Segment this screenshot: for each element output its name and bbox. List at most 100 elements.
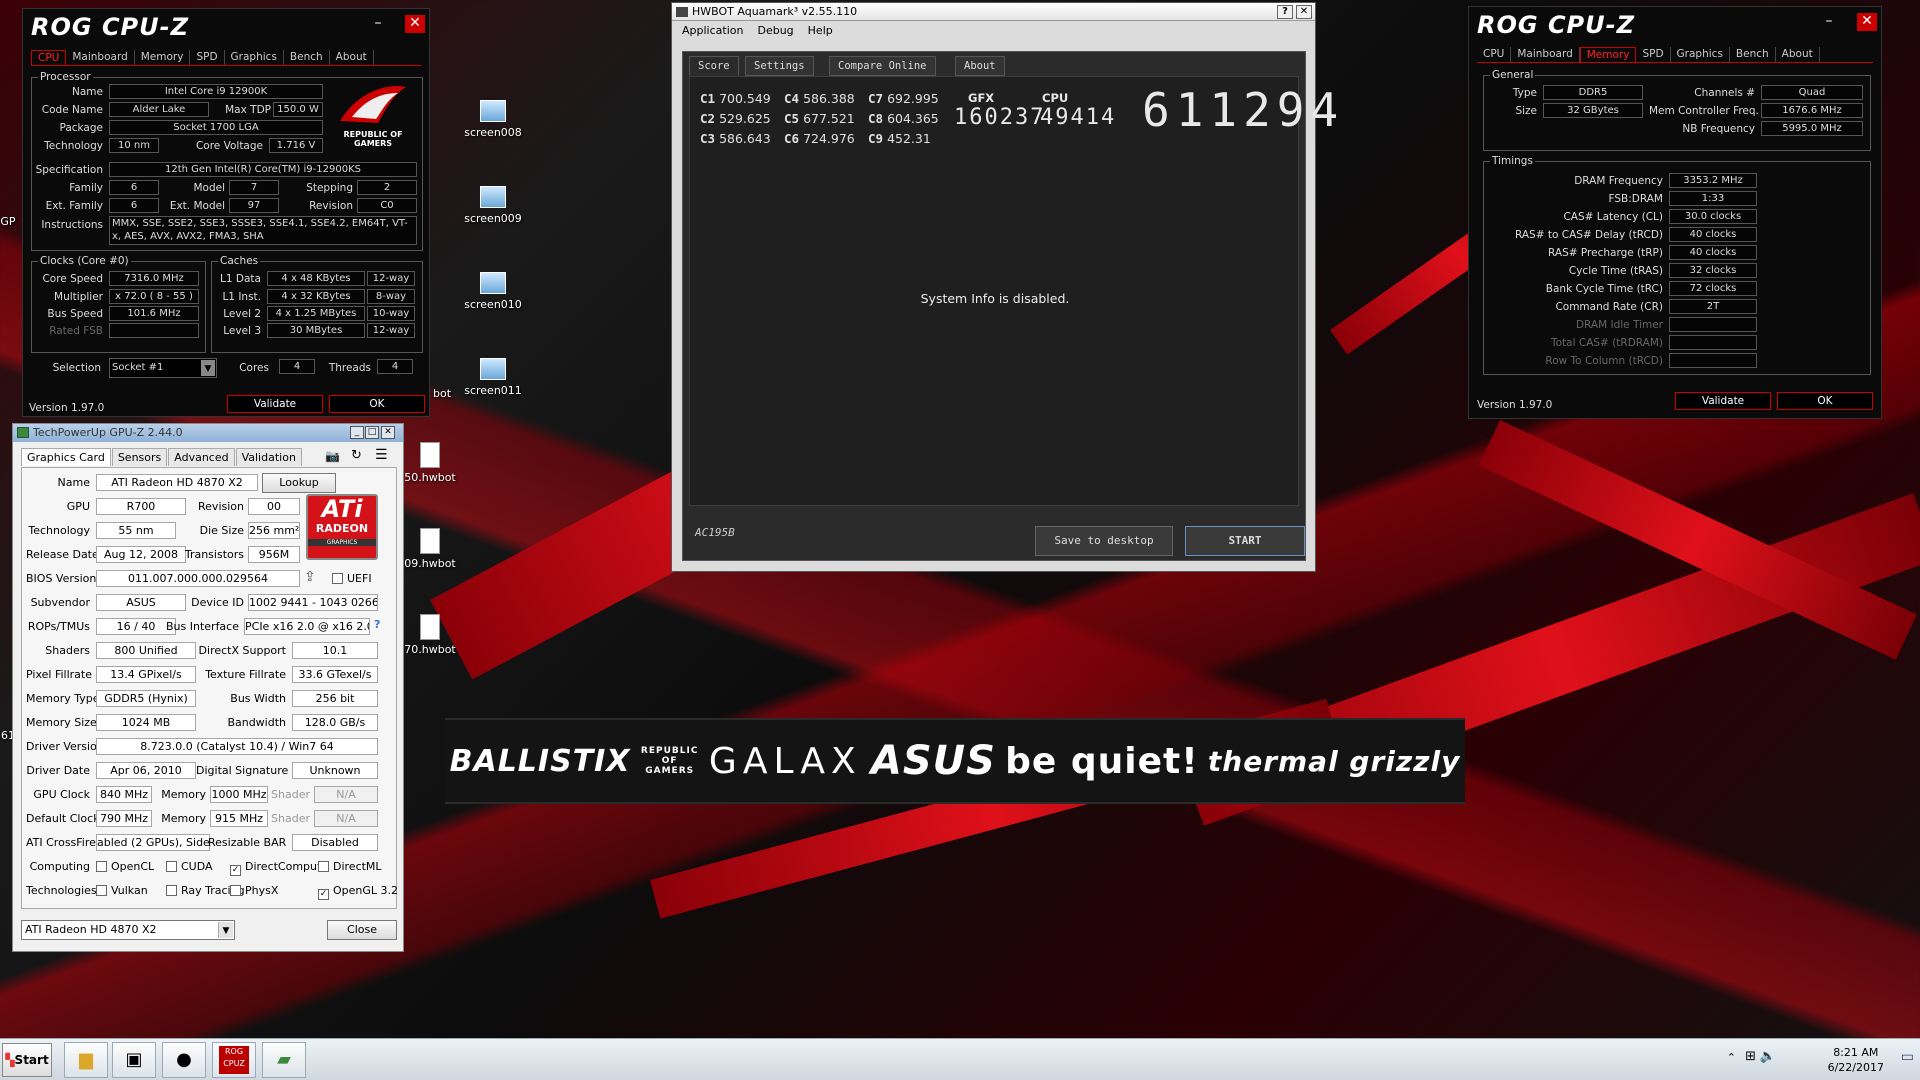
tab-validation[interactable]: Validation (235, 448, 302, 466)
name-label: Name (57, 476, 90, 489)
gfx-score: 160237 (954, 105, 1046, 130)
tab-bench[interactable]: Bench (1730, 47, 1776, 62)
cuda-checkbox[interactable]: CUDA (166, 860, 213, 873)
specification-value: 12th Gen Intel(R) Core(TM) i9-12900KS (109, 162, 417, 177)
help-icon[interactable]: ? (374, 618, 380, 631)
tab-cpu[interactable]: CPU (1477, 47, 1512, 62)
tab-settings[interactable]: Settings (745, 56, 814, 76)
opencl-checkbox[interactable]: OpenCL (96, 860, 154, 873)
galax-logo: GALAX (708, 740, 862, 782)
tab-mainboard[interactable]: Mainboard (66, 50, 135, 65)
l1data-way: 12-way (367, 271, 415, 286)
revision-label: Revision (309, 200, 353, 212)
crossfire-value: abled (2 GPUs), Sideport (96, 834, 210, 851)
socket-select[interactable]: Socket #1 ▼ (109, 358, 217, 378)
tab-memory[interactable]: Memory (135, 50, 191, 65)
close-button[interactable]: ✕ (405, 15, 425, 33)
tab-spd[interactable]: SPD (1636, 47, 1671, 62)
menu-debug[interactable]: Debug (757, 24, 793, 37)
score-c7: C7 692.995 (868, 91, 939, 106)
vulkan-checkbox[interactable]: Vulkan (96, 884, 148, 897)
physx-checkbox[interactable]: PhysX (230, 884, 278, 897)
ati-radeon-logo: ATi RADEON GRAPHICS (306, 494, 378, 560)
ok-button[interactable]: OK (329, 395, 425, 413)
show-hidden-icons-icon[interactable]: ⌃ (1727, 1051, 1736, 1064)
menu-application[interactable]: Application (682, 24, 743, 37)
network-icon[interactable]: ⊞ (1745, 1049, 1756, 1064)
start-button[interactable]: ▚Start (2, 1043, 52, 1077)
menu-icon[interactable]: ☰ (375, 447, 388, 463)
revision-label: Revision (198, 500, 244, 513)
gpuz-window[interactable]: TechPowerUp GPU-Z 2.44.0 _ □ ✕ Graphics … (12, 423, 404, 952)
tab-advanced[interactable]: Advanced (168, 448, 235, 466)
directcompute-checkbox[interactable]: ✓ DirectCompute (230, 860, 328, 876)
camera-icon[interactable]: 📷 (325, 449, 340, 463)
tab-about[interactable]: About (1776, 47, 1820, 62)
refresh-icon[interactable]: ↻ (351, 448, 362, 463)
timing-label: Row To Column (tRCD) (1545, 355, 1663, 367)
defaultmemory-value: 915 MHz (210, 810, 268, 827)
volume-icon[interactable]: 🔈 (1760, 1049, 1776, 1064)
tab-about[interactable]: About (955, 56, 1005, 76)
specification-label: Specification (35, 164, 103, 176)
tab-mainboard[interactable]: Mainboard (1511, 47, 1580, 62)
lookup-button[interactable]: Lookup (262, 473, 336, 493)
resizablebar-value: Disabled (292, 834, 378, 851)
maximize-button[interactable]: □ (365, 426, 379, 439)
aquamark-window[interactable]: HWBOT Aquamark³ v2.55.110 ? ✕ Applicatio… (671, 2, 1338, 572)
clock[interactable]: 8:21 AM 6/22/2017 (1828, 1045, 1884, 1075)
score-panel: C1 700.549 C2 529.625 C3 586.643 C4 586.388 C5 67… (689, 76, 1338, 506)
tab-memory[interactable]: Memory (1579, 47, 1637, 62)
timing-value: 30.0 clocks (1669, 209, 1757, 224)
close-icon[interactable]: ✕ (1296, 5, 1312, 19)
cpuz-window-cpu[interactable]: ROG CPU-Z – ✕ CPU Mainboard Memory SPD G… (22, 8, 430, 417)
save-to-desktop-button[interactable]: Save to desktop (1035, 526, 1173, 556)
desktop-icon-screen008[interactable]: screen008 (453, 100, 533, 139)
corevoltage-label: Core Voltage (195, 140, 263, 152)
timing-value: 40 clocks (1669, 227, 1757, 242)
explorer-taskbar-button[interactable]: ▆ (64, 1042, 108, 1078)
revision-value: C0 (357, 198, 417, 213)
tab-about[interactable]: About (330, 50, 374, 65)
window-taskbar-button[interactable]: ▣ (112, 1042, 156, 1078)
aquamark-taskbar-button[interactable]: ● (162, 1042, 206, 1078)
tab-cpu[interactable]: CPU (31, 50, 67, 65)
tab-graphics[interactable]: Graphics (225, 50, 284, 65)
desktop-icon-screen009[interactable]: screen009 (453, 186, 533, 225)
close-button[interactable]: ✕ (1857, 13, 1877, 31)
window-icon: ▣ (125, 1049, 143, 1070)
gpuz-taskbar-button[interactable]: ▰ (262, 1042, 306, 1078)
desktop-icon-screen010[interactable]: screen010 (453, 272, 533, 311)
uefi-checkbox[interactable]: UEFI (332, 572, 372, 585)
tab-bench[interactable]: Bench (284, 50, 330, 65)
extmodel-value: 97 (229, 198, 279, 213)
multiplier-label: Multiplier (54, 291, 103, 303)
tab-spd[interactable]: SPD (190, 50, 225, 65)
start-button[interactable]: START (1185, 526, 1305, 556)
share-icon[interactable]: ⇪ (304, 569, 316, 585)
validate-button[interactable]: Validate (1675, 392, 1771, 410)
validate-button[interactable]: Validate (227, 395, 323, 413)
ratedfsb-value (109, 323, 199, 338)
menu-help[interactable]: Help (808, 24, 833, 37)
desktop-icon-screen011[interactable]: screen011 (453, 358, 533, 397)
l3-label: Level 3 (223, 325, 261, 337)
close-button[interactable]: ✕ (381, 426, 395, 439)
gpu-select[interactable]: ATI Radeon HD 4870 X2 ▼ (21, 920, 235, 940)
tab-score[interactable]: Score (689, 56, 739, 76)
cpuz-window-memory[interactable]: ROG CPU-Z – ✕ CPU Mainboard Memory SPD G… (1468, 6, 1882, 419)
tab-compare-online[interactable]: Compare Online (829, 56, 936, 76)
directml-checkbox[interactable]: DirectML (318, 860, 382, 873)
notification-icon[interactable]: ▭ (1901, 1049, 1914, 1065)
tab-graphics[interactable]: Graphics (1671, 47, 1730, 62)
help-icon[interactable]: ? (1277, 5, 1293, 19)
minimize-button[interactable]: – (368, 15, 388, 33)
ok-button[interactable]: OK (1777, 392, 1873, 410)
tab-sensors[interactable]: Sensors (111, 448, 168, 466)
cpuz-taskbar-button[interactable]: ROG CPUZ (212, 1042, 256, 1078)
tab-graphics-card[interactable]: Graphics Card (21, 448, 111, 466)
opengl-3-2-checkbox[interactable]: ✓ OpenGL 3.2 (318, 884, 398, 900)
close-button[interactable]: Close (327, 920, 397, 940)
minimize-button[interactable]: _ (350, 426, 364, 439)
minimize-button[interactable]: – (1819, 13, 1839, 31)
